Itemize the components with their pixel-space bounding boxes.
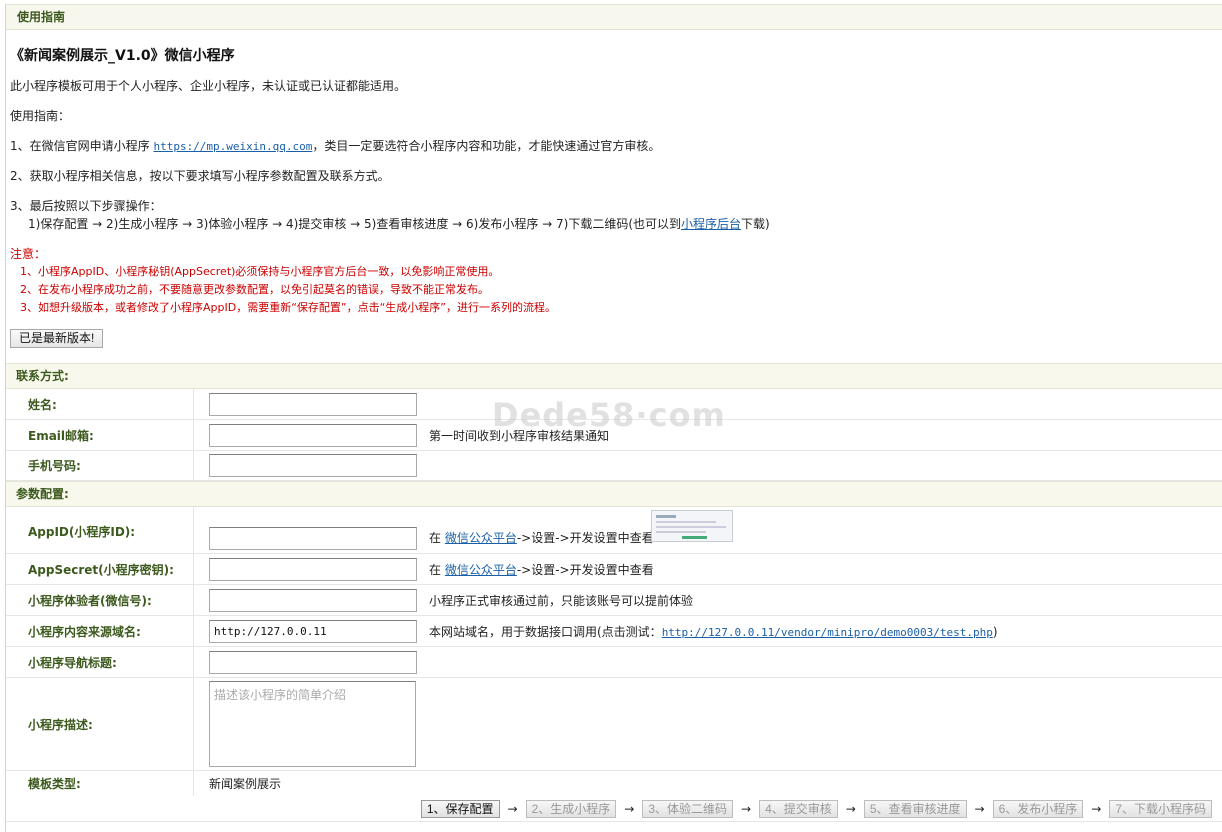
nav-title-label: 小程序导航标题: [6,647,194,677]
email-label: Email邮箱: [6,420,194,450]
weixin-mp-link[interactable]: https://mp.weixin.qq.com [153,140,312,153]
arrow-icon: → [507,802,518,816]
arrow-icon: → [845,802,856,816]
template-type-row: 模板类型: 新闻案例展示 [6,771,1222,796]
name-input[interactable] [209,392,417,416]
tester-label: 小程序体验者(微信号): [6,585,194,615]
note-item: 1、小程序AppID、小程序秘钥(AppSecret)必须保持与小程序官方后台一… [20,265,500,278]
appid-label: AppID(小程序ID): [6,507,194,553]
email-hint: 第一时间收到小程序审核结果通知 [429,428,610,443]
save-config-button[interactable]: 1、保存配置 [420,800,500,818]
secret-input[interactable] [209,557,417,581]
page-title: 使用指南 [6,4,1222,30]
domain-hint-suffix: ) [992,624,998,639]
submit-review-button[interactable]: 4、提交审核 [759,800,838,818]
note-title: 注意： [10,247,47,261]
contact-section-header: 联系方式: [6,363,1222,389]
publish-minipro-button[interactable]: 6、发布小程序 [992,800,1084,818]
guide-step-3-detail: 1)保存配置 → 2)生成小程序 → 3)体验小程序 → 4)提交审核 → 5)… [28,216,770,232]
latest-version-button[interactable]: 已是最新版本! [10,329,104,348]
guide-heading: 《新闻案例展示_V1.0》微信小程序 [10,48,235,64]
nav-title-input[interactable] [209,650,417,674]
domain-hint: 本网站域名，用于数据接口调用(点击测试：http://127.0.0.11/ve… [429,623,998,640]
appid-row: AppID(小程序ID): 在 微信公众平台->设置->开发设置中查看 [6,507,1222,554]
note-item: 3、如想升级版本，或者修改了小程序AppID，需要重新“保存配置”，点击“生成小… [20,301,556,314]
name-label: 姓名: [6,389,194,419]
guide-step-2: 2、获取小程序相关信息，按以下要求填写小程序参数配置及联系方式。 [10,169,390,183]
minipro-backend-link[interactable]: 小程序后台 [681,217,741,231]
appid-hint: 在 微信公众平台->设置->开发设置中查看 [429,529,654,550]
arrow-icon: → [624,802,635,816]
description-label: 小程序描述: [6,678,194,770]
name-row: 姓名: [6,389,1222,420]
download-minipro-code-button[interactable]: 7、下载小程序码 [1109,800,1212,818]
phone-label: 手机号码: [6,451,194,480]
weixin-platform-link[interactable]: 微信公众平台 [445,563,517,577]
guide-step-3-detail-prefix: 1)保存配置 → 2)生成小程序 → 3)体验小程序 → 4)提交审核 → 5)… [28,217,682,231]
params-section-header: 参数配置: [6,481,1222,507]
tester-row: 小程序体验者(微信号): 小程序正式审核通过前，只能该账号可以提前体验 [6,585,1222,616]
secret-hint-prefix: 在 [429,562,445,577]
arrow-icon: → [741,802,752,816]
domain-input[interactable] [209,619,417,643]
nav-title-row: 小程序导航标题: [6,647,1222,678]
guide-step-3: 3、最后按照以下步骤操作： [10,199,162,213]
settings-preview-thumbnail[interactable] [651,510,733,542]
secret-hint-suffix: ->设置->开发设置中查看 [516,562,654,577]
appid-hint-suffix: ->设置->开发设置中查看 [516,531,654,545]
domain-hint-prefix: 本网站域名，用于数据接口调用(点击测试： [429,624,662,639]
tester-hint: 小程序正式审核通过前，只能该账号可以提前体验 [429,593,694,608]
description-row: 小程序描述: [6,678,1222,771]
guide-step-3-detail-suffix: 下载) [741,217,770,231]
guide-step-1-prefix: 1、在微信官网申请小程序 [10,139,154,153]
phone-row: 手机号码: [6,451,1222,481]
tester-input[interactable] [209,588,417,612]
preview-qrcode-button[interactable]: 3、体验二维码 [642,800,733,818]
weixin-platform-link[interactable]: 微信公众平台 [445,531,517,545]
email-row: Email邮箱: 第一时间收到小程序审核结果通知 [6,420,1222,451]
step-bar: 1、保存配置 → 2、生成小程序 → 3、体验二维码 → 4、提交审核 → 5、… [6,796,1222,822]
note-item: 2、在发布小程序成功之前，不要随意更改参数配置，以免引起莫名的错误，导致不能正常… [20,283,489,296]
domain-label: 小程序内容来源域名: [6,616,194,646]
review-progress-button[interactable]: 5、查看审核进度 [863,800,967,818]
phone-input[interactable] [209,454,417,477]
secret-hint: 在 微信公众平台->设置->开发设置中查看 [429,561,654,578]
domain-row: 小程序内容来源域名: 本网站域名，用于数据接口调用(点击测试：http://12… [6,616,1222,647]
description-textarea[interactable] [209,681,416,767]
guide-label: 使用指南： [10,109,71,123]
generate-minipro-button[interactable]: 2、生成小程序 [525,800,617,818]
api-test-link[interactable]: http://127.0.0.11/vendor/minipro/demo000… [662,626,993,639]
arrow-icon: → [974,802,985,816]
appid-hint-prefix: 在 [429,531,445,545]
template-type-value: 新闻案例展示 [209,777,282,791]
guide-step-1-suffix: ，类目一定要选符合小程序内容和功能，才能快速通过官方审核。 [312,139,661,153]
secret-label: AppSecret(小程序密钥): [6,554,194,584]
email-input[interactable] [209,423,417,447]
arrow-icon: → [1091,802,1102,816]
appid-input[interactable] [209,527,417,550]
secret-row: AppSecret(小程序密钥): 在 微信公众平台->设置->开发设置中查看 [6,554,1222,585]
template-type-label: 模板类型: [6,771,194,796]
guide-step-1: 1、在微信官网申请小程序 https://mp.weixin.qq.com，类目… [10,138,660,155]
guide-intro: 此小程序模板可用于个人小程序、企业小程序，未认证或已认证都能适用。 [10,79,407,93]
